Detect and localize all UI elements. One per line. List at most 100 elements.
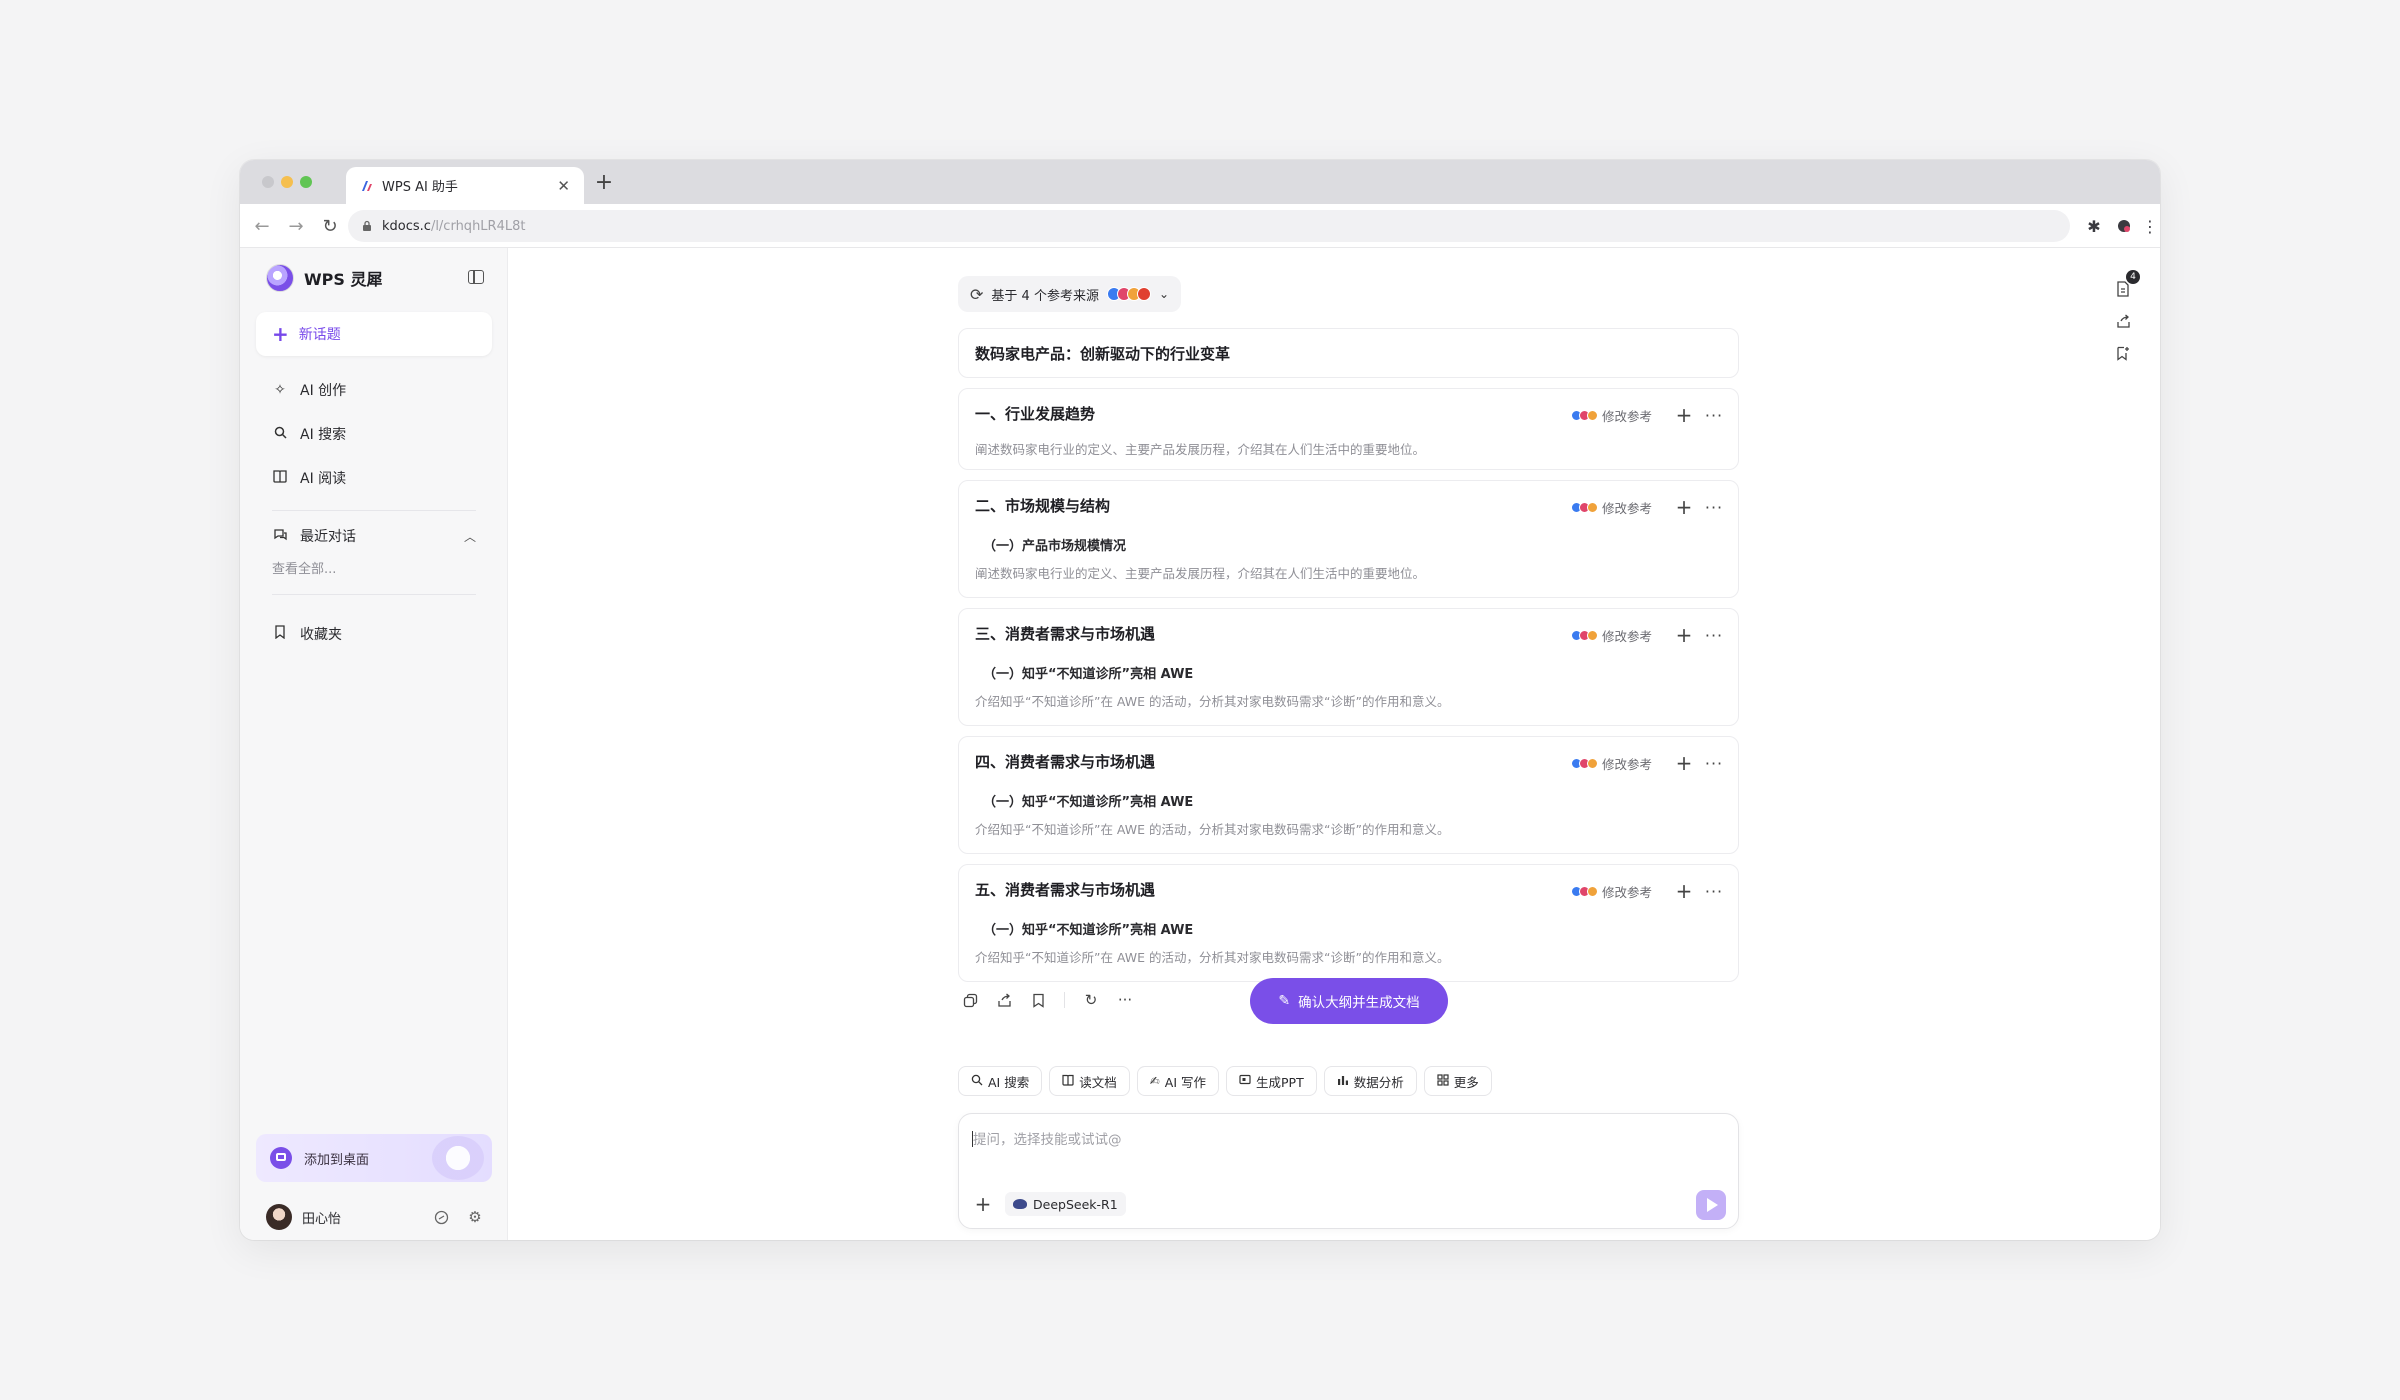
help-icon[interactable] xyxy=(432,1208,450,1226)
chevron-up-icon[interactable]: ︿ xyxy=(464,528,476,545)
maximize-window-button[interactable] xyxy=(300,176,312,188)
brand-name: WPS 灵犀 xyxy=(304,270,383,289)
new-topic-button[interactable]: + 新话题 xyxy=(256,312,492,356)
more-icon[interactable]: ··· xyxy=(1704,754,1724,773)
modify-reference-button[interactable]: 修改参考 xyxy=(1570,626,1652,645)
ref-logo-icon xyxy=(1586,409,1598,421)
confirm-outline-generate-button[interactable]: ✎ 确认大纲并生成文档 xyxy=(1250,978,1448,1024)
outline-section[interactable]: 四、消费者需求与市场机遇 修改参考 + ··· （一）知乎“不知道诊所”亮相 A… xyxy=(958,736,1739,854)
modify-reference-label: 修改参考 xyxy=(1601,500,1652,516)
modify-reference-button[interactable]: 修改参考 xyxy=(1570,882,1652,901)
outline-section[interactable]: 一、行业发展趋势 修改参考 + ··· 阐述数码家电行业的定义、主要产品发展历程… xyxy=(958,388,1739,470)
document-title-card[interactable]: 数码家电产品：创新驱动下的行业变革 xyxy=(958,328,1739,378)
back-icon[interactable]: ← xyxy=(250,214,274,238)
sidebar-item-ai-create[interactable]: ✧ AI 创作 xyxy=(256,372,492,408)
subsection-heading: （一）知乎“不知道诊所”亮相 AWE xyxy=(983,667,1194,682)
reference-logos xyxy=(1570,409,1598,421)
more-icon[interactable]: ··· xyxy=(1704,626,1724,645)
bookmark-add-icon[interactable] xyxy=(2112,344,2134,362)
sidebar-item-ai-search[interactable]: AI 搜索 xyxy=(256,416,492,452)
close-window-button[interactable] xyxy=(262,176,274,188)
forward-icon[interactable]: → xyxy=(284,214,308,238)
url-field[interactable]: kdocs.c /l/crhqhLR4L8t xyxy=(348,210,2070,242)
modify-reference-label: 修改参考 xyxy=(1601,884,1652,900)
book-icon xyxy=(272,469,288,487)
chip-label: 更多 xyxy=(1453,1074,1479,1090)
pen-sparkle-icon: ✍ xyxy=(1149,1074,1160,1088)
chip-ai-write[interactable]: ✍ AI 写作 xyxy=(1136,1066,1220,1096)
lock-icon xyxy=(363,220,371,231)
regenerate-icon[interactable]: ↻ xyxy=(1079,988,1103,1012)
send-button[interactable] xyxy=(1696,1190,1726,1220)
add-subsection-icon[interactable]: + xyxy=(1674,623,1694,647)
model-selector[interactable]: DeepSeek-R1 xyxy=(1005,1192,1126,1216)
recent-chats-header[interactable]: 最近对话 ︿ xyxy=(256,518,492,554)
sidebar-item-favorites[interactable]: 收藏夹 xyxy=(256,616,492,652)
more-icon[interactable]: ··· xyxy=(1113,988,1137,1012)
add-subsection-icon[interactable]: + xyxy=(1674,751,1694,775)
chip-read-doc[interactable]: 读文档 xyxy=(1049,1066,1130,1096)
browser-menu-icon[interactable]: ⋮ xyxy=(2138,214,2160,238)
sidebar-item-ai-read[interactable]: AI 阅读 xyxy=(256,460,492,496)
subsection-heading: （一）产品市场规模情况 xyxy=(983,539,1127,554)
section-description: 介绍知乎“不知道诊所”在 AWE 的活动，分析其对家电数码需求“诊断”的作用和意… xyxy=(975,950,1450,965)
minimize-window-button[interactable] xyxy=(281,176,293,188)
outline-section[interactable]: 二、市场规模与结构 修改参考 + ··· （一）产品市场规模情况 阐述数码家电行… xyxy=(958,480,1739,598)
new-tab-button[interactable]: + xyxy=(590,168,618,196)
more-icon[interactable]: ··· xyxy=(1704,406,1724,425)
bookmark-icon[interactable] xyxy=(1026,988,1050,1012)
gear-icon[interactable]: ⚙ xyxy=(466,1208,484,1226)
add-to-desktop-button[interactable]: 添加到桌面 xyxy=(256,1134,492,1182)
send-arrow-icon xyxy=(1707,1198,1718,1212)
extensions-puzzle-icon[interactable]: ✱ xyxy=(2082,214,2106,238)
collapse-sidebar-icon[interactable] xyxy=(468,270,484,284)
view-all-link[interactable]: 查看全部... xyxy=(272,558,336,577)
add-subsection-icon[interactable]: + xyxy=(1674,403,1694,427)
copy-icon[interactable] xyxy=(958,988,982,1012)
sidebar-divider xyxy=(272,510,476,511)
modify-reference-button[interactable]: 修改参考 xyxy=(1570,498,1652,517)
chip-more[interactable]: 更多 xyxy=(1423,1066,1492,1096)
reference-logos xyxy=(1570,629,1598,641)
outline-section[interactable]: 五、消费者需求与市场机遇 修改参考 + ··· （一）知乎“不知道诊所”亮相 A… xyxy=(958,864,1739,982)
chip-generate-ppt[interactable]: 生成PPT xyxy=(1226,1066,1317,1096)
book-icon xyxy=(1062,1074,1074,1089)
chip-label: 生成PPT xyxy=(1256,1074,1304,1090)
refresh-search-icon: ⟳ xyxy=(970,284,984,304)
profile-extension-icon[interactable] xyxy=(2112,214,2136,238)
address-bar: ← → ↻ kdocs.c /l/crhqhLR4L8t ✱ ⋮ xyxy=(240,204,2160,248)
outline-section[interactable]: 三、消费者需求与市场机遇 修改参考 + ··· （一）知乎“不知道诊所”亮相 A… xyxy=(958,608,1739,726)
user-profile[interactable]: 田心怡 xyxy=(266,1204,341,1230)
reference-sources-pill[interactable]: ⟳ 基于 4 个参考来源 ⌄ xyxy=(958,276,1182,312)
reload-icon[interactable]: ↻ xyxy=(318,214,342,238)
response-action-bar: ↻ ··· xyxy=(958,988,1137,1012)
chip-label: 读文档 xyxy=(1079,1074,1117,1090)
brand[interactable]: WPS 灵犀 xyxy=(266,264,382,292)
reference-logos xyxy=(1570,501,1598,513)
chat-input[interactable] xyxy=(973,1128,1713,1152)
sidebar: WPS 灵犀 + 新话题 ✧ AI 创作 AI 搜索 AI 阅读 最近对话 ︿ … xyxy=(240,248,508,1240)
attach-plus-icon[interactable]: + xyxy=(971,1192,995,1216)
add-to-desktop-label: 添加到桌面 xyxy=(304,1152,370,1168)
grid-icon xyxy=(1437,1073,1449,1089)
share-icon[interactable] xyxy=(992,988,1016,1012)
wps-tab-icon xyxy=(362,180,372,191)
browser-tab[interactable]: WPS AI 助手 ✕ xyxy=(346,167,584,204)
more-icon[interactable]: ··· xyxy=(1704,498,1724,517)
chip-ai-search[interactable]: AI 搜索 xyxy=(958,1066,1043,1096)
share-icon[interactable] xyxy=(2112,312,2134,330)
document-count-badge: 4 xyxy=(2126,270,2140,284)
add-subsection-icon[interactable]: + xyxy=(1674,495,1694,519)
add-subsection-icon[interactable]: + xyxy=(1674,879,1694,903)
section-heading: 一、行业发展趋势 xyxy=(975,405,1096,423)
sidebar-item-label: AI 阅读 xyxy=(300,471,347,487)
section-tools: 修改参考 + ··· xyxy=(1570,879,1724,903)
modify-reference-button[interactable]: 修改参考 xyxy=(1570,406,1652,425)
subsection-heading: （一）知乎“不知道诊所”亮相 AWE xyxy=(983,795,1194,810)
close-tab-icon[interactable]: ✕ xyxy=(557,177,570,195)
modify-reference-button[interactable]: 修改参考 xyxy=(1570,754,1652,773)
chip-data-analysis[interactable]: 数据分析 xyxy=(1323,1066,1417,1096)
more-icon[interactable]: ··· xyxy=(1704,882,1724,901)
section-description: 介绍知乎“不知道诊所”在 AWE 的活动，分析其对家电数码需求“诊断”的作用和意… xyxy=(975,822,1450,837)
document-icon[interactable]: 4 xyxy=(2112,270,2140,298)
